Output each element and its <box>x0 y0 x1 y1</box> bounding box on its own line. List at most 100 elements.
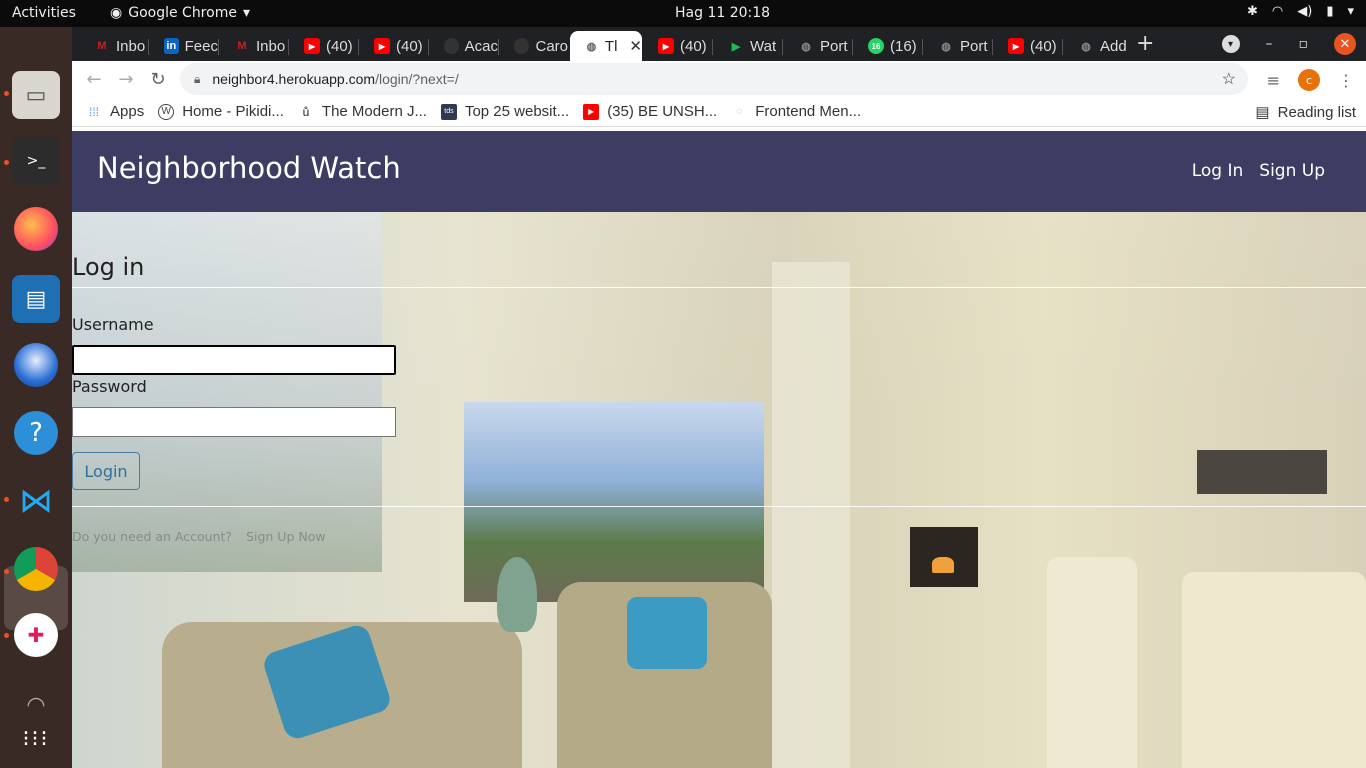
pillar-image <box>772 262 850 768</box>
tab-label: (40) <box>1030 37 1057 55</box>
site-favicon-icon: ◌ <box>736 106 743 117</box>
maximize-icon[interactable]: ▫ <box>1299 36 1309 52</box>
web-page: Neighborhood Watch Log In Sign Up Log in… <box>72 131 1366 768</box>
tab-label: (40) <box>396 37 423 55</box>
vscode-icon[interactable]: ⋈ <box>12 477 60 525</box>
url-path: /login/?next=/ <box>375 71 459 87</box>
divider <box>72 287 1366 288</box>
tab-label: Wat <box>750 37 777 55</box>
apps-grid-icon: ⁞⁞⁞ <box>88 104 99 119</box>
reading-list-icon: ▤ <box>1255 104 1270 121</box>
youtube-icon: ▶ <box>1008 38 1024 54</box>
new-tab-icon[interactable]: + <box>1136 31 1154 56</box>
avatar[interactable]: c <box>1298 69 1320 91</box>
running-indicator <box>4 569 9 574</box>
play-icon: ▶ <box>731 40 741 53</box>
password-input[interactable] <box>72 407 396 437</box>
tab-search-icon[interactable]: ▾ <box>1221 35 1240 53</box>
tab[interactable]: M Inbo <box>220 31 288 61</box>
terminal-icon[interactable]: >_ <box>12 137 60 185</box>
bookmark-label: Frontend Men... <box>755 103 862 120</box>
tab[interactable]: ▶ (40) <box>994 31 1062 61</box>
tab[interactable]: ● Caro <box>500 31 568 61</box>
minimize-icon[interactable]: – <box>1266 36 1273 52</box>
show-apps-icon[interactable]: ⁝⁝⁝ <box>12 715 60 763</box>
chrome-dock-icon[interactable] <box>12 545 60 593</box>
back-icon[interactable]: ← <box>78 69 110 90</box>
tab[interactable]: ▶ Wat <box>714 31 782 61</box>
bookmark-label: Apps <box>110 103 145 120</box>
tab[interactable]: ● Acac <box>430 31 498 61</box>
address-bar[interactable]: 🔒︎ neighbor4.herokuapp.com/login/?next=/… <box>180 63 1248 95</box>
nav-signup-link[interactable]: Sign Up <box>1259 161 1325 181</box>
running-indicator <box>4 160 9 165</box>
bookmark-label: Top 25 websit... <box>464 103 570 120</box>
bookmark-label: The Modern J... <box>321 103 427 120</box>
tab-separator <box>852 39 853 55</box>
bookmark-item[interactable]: ◌ Frontend Men... <box>731 103 861 120</box>
tab[interactable]: ▶ (40) <box>360 31 428 61</box>
media-control-icon[interactable]: ≡ <box>1267 71 1280 90</box>
tab-separator <box>148 39 149 55</box>
bookmark-label: Home - Pikidi... <box>182 103 284 120</box>
bookmark-apps[interactable]: ⁞⁞⁞ Apps <box>86 103 144 120</box>
tab[interactable]: ◍ Port <box>784 31 852 61</box>
libreoffice-writer-icon[interactable]: ▤ <box>12 275 60 323</box>
running-indicator <box>4 91 9 96</box>
dock: ▭ >_ ▤ ? ⋈ ✚ ◠ ⁝⁝⁝ <box>0 27 72 768</box>
slack-icon[interactable]: ✚ <box>14 613 58 657</box>
app-menu[interactable]: ◉ Google Chrome ▾ <box>110 5 250 21</box>
tab[interactable]: M Inbo <box>80 31 148 61</box>
tab-separator <box>498 39 499 55</box>
running-indicator <box>4 497 9 502</box>
signup-now-link[interactable]: Sign Up Now <box>246 529 326 544</box>
tab-label: Tl <box>604 37 618 55</box>
login-button[interactable]: Login <box>72 452 140 490</box>
tab-separator <box>922 39 923 55</box>
bookmark-item[interactable]: tds Top 25 websit... <box>440 103 570 120</box>
menu-kebab-icon[interactable]: ⋮ <box>1338 71 1354 90</box>
bookmark-star-icon[interactable]: ☆ <box>1222 69 1236 89</box>
site-brand[interactable]: Neighborhood Watch <box>97 151 401 185</box>
url-host: neighbor4.herokuapp.com <box>212 71 376 87</box>
lock-icon[interactable]: 🔒︎ <box>194 72 200 87</box>
thunderbird-icon[interactable] <box>12 341 60 389</box>
nav-login-link[interactable]: Log In <box>1192 161 1244 181</box>
help-icon[interactable]: ? <box>12 409 60 457</box>
clock[interactable]: Hag 11 20:18 <box>675 5 770 21</box>
activities-button[interactable]: Activities <box>12 5 76 21</box>
globe-icon: ◍ <box>801 40 811 53</box>
site-favicon-icon: ů <box>302 104 310 119</box>
tab-separator <box>428 39 429 55</box>
wordpress-icon: W <box>158 103 175 120</box>
bookmark-item[interactable]: ▶ (35) BE UNSH... <box>583 103 717 120</box>
firefox-icon[interactable] <box>12 205 60 253</box>
tab-label: Inbo <box>256 37 286 55</box>
tab-active[interactable]: ◍ Tl ✕ <box>570 31 642 61</box>
close-tab-icon[interactable]: ✕ <box>629 37 642 55</box>
reading-list-label: Reading list <box>1277 103 1356 121</box>
tab[interactable]: ◍ Add <box>1064 31 1132 61</box>
close-window-icon[interactable]: ✕ <box>1334 33 1356 55</box>
forward-icon[interactable]: → <box>110 69 142 90</box>
chevron-down-icon: ▾ <box>1347 4 1354 19</box>
youtube-icon: ▶ <box>374 38 390 54</box>
tab-label: Inbo <box>116 37 146 55</box>
tab[interactable]: ▶ (40) <box>290 31 358 61</box>
browser-toolbar: ← → ↻ 🔒︎ neighbor4.herokuapp.com/login/?… <box>72 61 1366 97</box>
tab[interactable]: ◍ Port <box>924 31 992 61</box>
tab-separator <box>1062 39 1063 55</box>
tab[interactable]: in Feec <box>150 31 218 61</box>
tab-separator <box>992 39 993 55</box>
files-icon[interactable]: ▭ <box>12 71 60 119</box>
tab-separator <box>358 39 359 55</box>
reload-icon[interactable]: ↻ <box>142 69 174 90</box>
tab[interactable]: ▶ (40) <box>644 31 712 61</box>
tab-label: Caro <box>535 37 568 55</box>
system-tray[interactable]: ✱ ◠ ◀) ▮ ▾ <box>1247 4 1354 19</box>
bookmark-item[interactable]: W Home - Pikidi... <box>158 103 284 120</box>
username-input[interactable] <box>72 345 396 375</box>
reading-list[interactable]: ▤ Reading list <box>1255 103 1356 122</box>
tab[interactable]: 16 (16) <box>854 31 922 61</box>
bookmark-item[interactable]: ů The Modern J... <box>298 103 427 120</box>
